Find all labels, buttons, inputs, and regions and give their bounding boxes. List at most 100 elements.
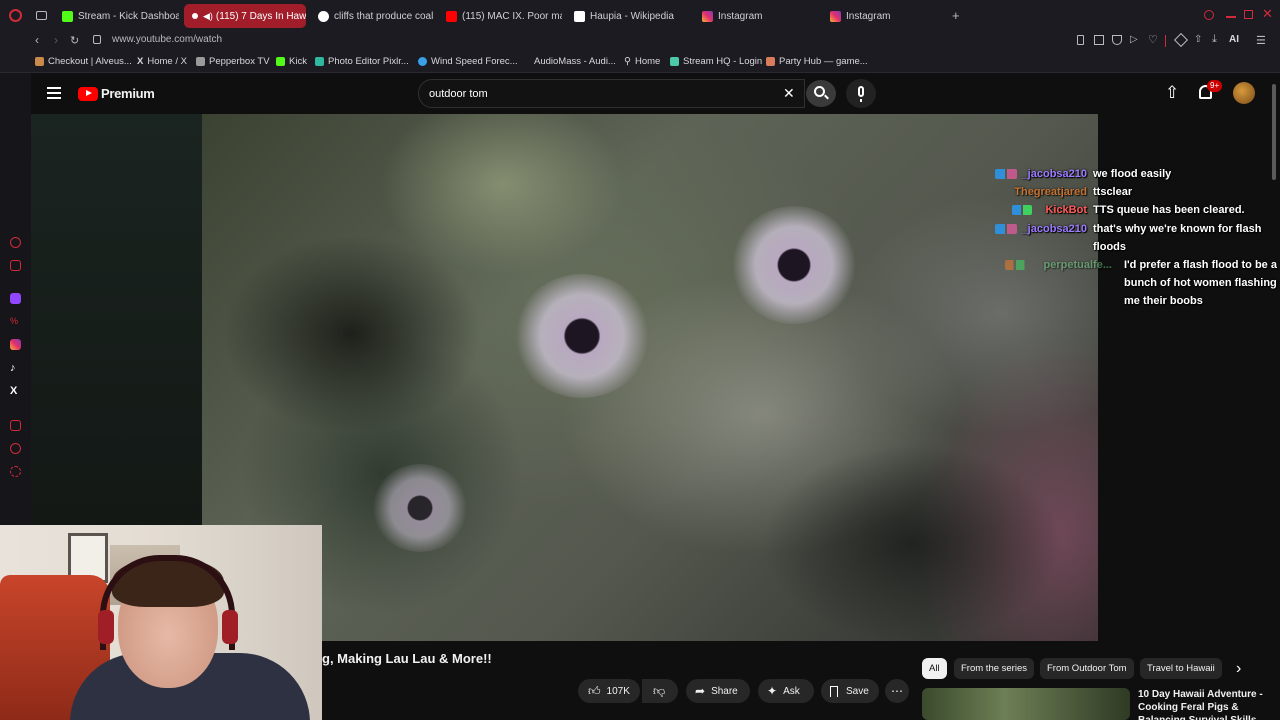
tab-kick-dashboard[interactable]: Stream - Kick Dashboard [54, 4, 179, 28]
chat-username[interactable]: _jacobsa210 [1012, 165, 1087, 183]
bookmark-wind-speed[interactable]: Wind Speed Forec... [418, 56, 518, 67]
chat-text: we flood easily [1093, 168, 1172, 180]
search-input[interactable]: outdoor tom [418, 79, 805, 108]
chat-text: ttsclear [1093, 186, 1133, 198]
reload-icon[interactable]: ↻ [70, 34, 79, 47]
heart-icon[interactable]: ♡ [1148, 33, 1158, 46]
like-button[interactable]: 👍︎ 107K [578, 679, 640, 703]
chat-username[interactable]: Thegreatjared [996, 183, 1087, 201]
tab-wikipedia[interactable]: Haupia - Wikipedia [566, 4, 690, 28]
bookmark-favicon-icon [35, 57, 44, 66]
sidebar-bag-icon[interactable] [10, 260, 21, 271]
youtube-logo[interactable]: Premium [78, 86, 155, 101]
search-tabs-icon[interactable] [1204, 10, 1214, 20]
settings-icon[interactable] [10, 466, 21, 477]
percent-icon[interactable]: % [10, 316, 21, 327]
instagram-icon[interactable] [10, 339, 21, 350]
tiktok-icon[interactable]: ♪ [10, 362, 21, 374]
sidebar-box-icon[interactable] [10, 420, 21, 431]
tab-instagram[interactable]: Instagram [694, 4, 818, 28]
tab-youtube-mac[interactable]: (115) MAC IX. Poor man's l [438, 4, 562, 28]
menu-icon[interactable]: ☰ [1256, 34, 1266, 47]
close-window-icon[interactable]: ✕ [1262, 6, 1273, 22]
forward-icon[interactable]: › [54, 33, 58, 47]
microphone-icon [858, 86, 864, 97]
hamburger-menu-icon[interactable] [47, 87, 61, 99]
sidebar-history-icon[interactable] [10, 237, 21, 248]
tab-label: Instagram [718, 10, 763, 22]
avatar[interactable] [1233, 82, 1255, 104]
recommended-video-title[interactable]: 10 Day Hawaii Adventure - Cooking Feral … [1138, 688, 1274, 720]
bookmark-checkout[interactable]: Checkout | Alveus... [35, 56, 132, 67]
bookmark-home-x[interactable]: X Home / X [137, 56, 187, 67]
clear-search-icon[interactable]: ✕ [783, 85, 795, 102]
more-actions-button[interactable]: ⋯ [885, 679, 909, 703]
bookmark-favicon-icon [766, 57, 775, 66]
back-icon[interactable]: ‹ [35, 33, 39, 47]
chat-username[interactable]: KickBot [1032, 201, 1087, 219]
share-button[interactable]: ➦ Share [686, 679, 750, 703]
new-tab-icon[interactable]: + [952, 8, 960, 23]
shield-icon[interactable] [1112, 35, 1122, 45]
speaker-icon: ◀) [203, 10, 213, 21]
ask-button[interactable]: ✦ Ask [758, 679, 814, 703]
chip-from-the-series[interactable]: From the series [954, 658, 1034, 679]
youtube-play-icon [78, 86, 98, 101]
video-player[interactable] [202, 114, 1098, 641]
upload-icon[interactable]: ⇧ [1165, 83, 1179, 103]
bookmark-stream-hq[interactable]: Stream HQ - Login [670, 56, 762, 67]
bookmark-label: AudioMass - Audi... [534, 56, 616, 67]
bookmark-pepperbox[interactable]: Pepperbox TV [196, 56, 270, 67]
browser-logo-icon[interactable] [9, 9, 22, 22]
recommended-thumbnail-image[interactable] [922, 688, 1130, 720]
bookmark-label: Checkout | Alveus... [48, 56, 132, 67]
extensions-icon[interactable] [1173, 32, 1189, 48]
notifications-button[interactable]: 9+ [1196, 80, 1223, 104]
bookmark-kick[interactable]: Kick [276, 56, 307, 67]
search-input-value: outdoor tom [429, 88, 488, 100]
dislike-button[interactable]: 👎︎ [642, 679, 678, 703]
save-button[interactable]: Save [821, 679, 879, 703]
x-icon[interactable]: X [10, 385, 21, 397]
chat-username[interactable]: perpetualfe... [1036, 256, 1112, 274]
chip-label: From the series [961, 663, 1027, 674]
tab-youtube-hawaii[interactable]: ◀) (115) 7 Days In Hawaii [184, 4, 306, 28]
bookmark-icon [830, 685, 838, 697]
bookmark-audiomass[interactable]: AudioMass - Audi... [521, 56, 616, 67]
chevron-right-icon[interactable]: › [1236, 660, 1241, 678]
url-field[interactable]: www.youtube.com/watch [112, 34, 512, 45]
share-icon: ➦ [695, 684, 706, 698]
chip-travel-to-hawaii[interactable]: Travel to Hawaii [1140, 658, 1222, 679]
chat-username[interactable]: _jacobsa210 [1012, 220, 1087, 238]
tab-instagram[interactable]: Instagram [822, 4, 946, 28]
chip-from-outdoor-tom[interactable]: From Outdoor Tom [1040, 658, 1134, 679]
chat-badges-icon [1012, 205, 1032, 215]
voice-search-button[interactable] [846, 79, 876, 108]
lock-icon [93, 35, 101, 44]
twitch-icon[interactable] [10, 293, 21, 304]
bookmark-pixlr[interactable]: Photo Editor Pixlr... [315, 56, 409, 67]
pin-icon[interactable] [1077, 35, 1084, 45]
chip-label: All [929, 663, 940, 674]
tab-google-search[interactable]: cliffs that produce coal nat [310, 4, 434, 28]
bookmark-label: Wind Speed Forec... [431, 56, 518, 67]
stream-left-panel [31, 114, 202, 525]
bookmark-party-hub[interactable]: Party Hub — game... [766, 56, 868, 67]
youtube-header: Premium outdoor tom ✕ ⇧ 9+ [31, 73, 1280, 114]
ai-button[interactable]: AI [1229, 34, 1239, 45]
minimize-icon[interactable] [1226, 16, 1236, 18]
search-button[interactable] [806, 80, 836, 107]
download-icon[interactable]: ⤓ [1212, 33, 1217, 46]
ask-label: Ask [783, 685, 800, 697]
tab-overview-icon[interactable] [36, 11, 47, 20]
play-icon[interactable]: ▷ [1130, 34, 1138, 45]
sidebar-clock-icon[interactable] [10, 443, 21, 454]
chip-all[interactable]: All [922, 658, 947, 679]
sea-urchin-image [514, 274, 650, 398]
youtube-icon [192, 13, 198, 19]
share-page-icon[interactable]: ⇧ [1194, 34, 1202, 45]
maximize-icon[interactable] [1244, 10, 1253, 19]
screenshot-icon[interactable] [1094, 35, 1104, 45]
bookmark-home[interactable]: ⚲ Home [624, 56, 660, 67]
scrollbar[interactable] [1272, 84, 1276, 180]
